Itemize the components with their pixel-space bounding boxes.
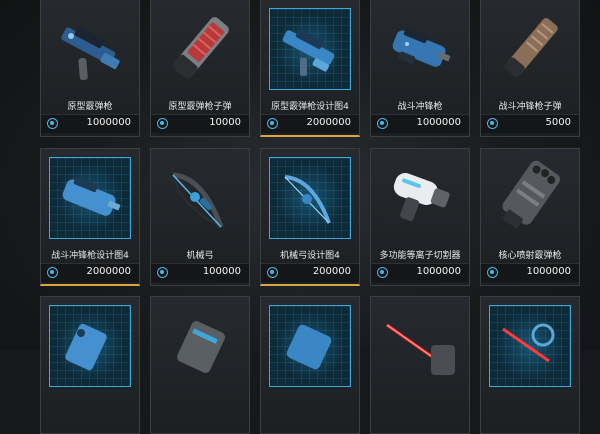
weapon-blueprint-icon bbox=[269, 305, 351, 387]
item-price: 10000 bbox=[209, 117, 241, 128]
shotgun-ammo-icon bbox=[159, 8, 241, 90]
item-name: 多功能等离子切割器 bbox=[379, 251, 461, 261]
item-price: 100000 bbox=[202, 266, 241, 277]
item-price: 2000000 bbox=[86, 266, 131, 277]
laser-weapon-icon bbox=[379, 305, 461, 387]
shop-item-card[interactable] bbox=[260, 296, 360, 434]
combat-smg-icon bbox=[379, 8, 461, 90]
item-name: 机械弓设计图4 bbox=[280, 251, 340, 261]
shop-item-card[interactable] bbox=[370, 296, 470, 434]
coin-icon bbox=[377, 118, 388, 129]
shop-item-card[interactable]: 原型霰弹枪设计图4 2000000 bbox=[260, 0, 360, 137]
bow-blueprint-icon bbox=[269, 157, 351, 239]
item-price: 5000 bbox=[545, 117, 571, 128]
price-row: 2000000 bbox=[261, 114, 359, 133]
price-row: 100000 bbox=[151, 263, 249, 282]
coin-icon bbox=[157, 267, 168, 278]
price-row: 2000000 bbox=[41, 263, 139, 282]
minigun-blueprint-icon bbox=[49, 305, 131, 387]
coin-icon bbox=[47, 118, 58, 129]
smg-blueprint-icon bbox=[49, 157, 131, 239]
shop-item-card[interactable]: 机械弓 100000 bbox=[150, 148, 250, 286]
price-row: 1000000 bbox=[371, 263, 469, 282]
shop-item-card[interactable] bbox=[480, 296, 580, 434]
laser-blueprint-icon bbox=[489, 305, 571, 387]
price-row: 1000000 bbox=[481, 263, 579, 282]
item-name: 核心喷射霰弹枪 bbox=[498, 251, 562, 261]
item-price: 2000000 bbox=[306, 117, 351, 128]
prototype-shotgun-icon bbox=[49, 8, 131, 90]
item-name: 原型霰弹枪子弹 bbox=[168, 102, 232, 112]
smg-ammo-icon bbox=[489, 8, 571, 90]
shop-item-card[interactable] bbox=[150, 296, 250, 434]
item-name: 战斗冲锋枪设计图4 bbox=[51, 251, 129, 261]
item-name: 战斗冲锋枪子弹 bbox=[498, 102, 562, 112]
shop-grid: 原型霰弹枪 1000000 原型霰弹枪子弹 10000 原型霰弹枪设计图4 20… bbox=[0, 0, 600, 434]
price-row: 1000000 bbox=[371, 114, 469, 133]
shop-item-card[interactable]: 核心喷射霰弹枪 1000000 bbox=[480, 148, 580, 286]
coin-icon bbox=[157, 118, 168, 129]
item-name: 战斗冲锋枪 bbox=[397, 102, 443, 112]
item-price: 200000 bbox=[312, 266, 351, 277]
mechanical-bow-icon bbox=[159, 157, 241, 239]
price-row: 10000 bbox=[151, 114, 249, 133]
item-price: 1000000 bbox=[416, 117, 461, 128]
item-price: 1000000 bbox=[86, 117, 131, 128]
price-row: 200000 bbox=[261, 263, 359, 282]
shop-item-card[interactable]: 机械弓设计图4 200000 bbox=[260, 148, 360, 286]
shop-item-card[interactable]: 战斗冲锋枪设计图4 2000000 bbox=[40, 148, 140, 286]
core-jet-shotgun-icon bbox=[489, 157, 571, 239]
item-name: 原型霰弹枪设计图4 bbox=[271, 102, 349, 112]
heavy-weapon-icon bbox=[159, 305, 241, 387]
shop-item-card[interactable]: 战斗冲锋枪 1000000 bbox=[370, 0, 470, 137]
shop-item-card[interactable]: 原型霰弹枪 1000000 bbox=[40, 0, 140, 137]
item-price: 1000000 bbox=[526, 266, 571, 277]
shotgun-blueprint-icon bbox=[269, 8, 351, 90]
coin-icon bbox=[377, 267, 388, 278]
coin-icon bbox=[487, 267, 498, 278]
coin-icon bbox=[47, 267, 58, 278]
coin-icon bbox=[487, 118, 498, 129]
price-row: 5000 bbox=[481, 114, 579, 133]
shop-item-card[interactable]: 战斗冲锋枪子弹 5000 bbox=[480, 0, 580, 137]
item-name: 机械弓 bbox=[186, 251, 214, 261]
shop-item-card[interactable]: 多功能等离子切割器 1000000 bbox=[370, 148, 470, 286]
shop-item-card[interactable]: 原型霰弹枪子弹 10000 bbox=[150, 0, 250, 137]
coin-icon bbox=[267, 267, 278, 278]
plasma-cutter-icon bbox=[379, 157, 461, 239]
item-name: 原型霰弹枪 bbox=[67, 102, 113, 112]
shop-item-card[interactable] bbox=[40, 296, 140, 434]
coin-icon bbox=[267, 118, 278, 129]
price-row: 1000000 bbox=[41, 114, 139, 133]
item-price: 1000000 bbox=[416, 266, 461, 277]
